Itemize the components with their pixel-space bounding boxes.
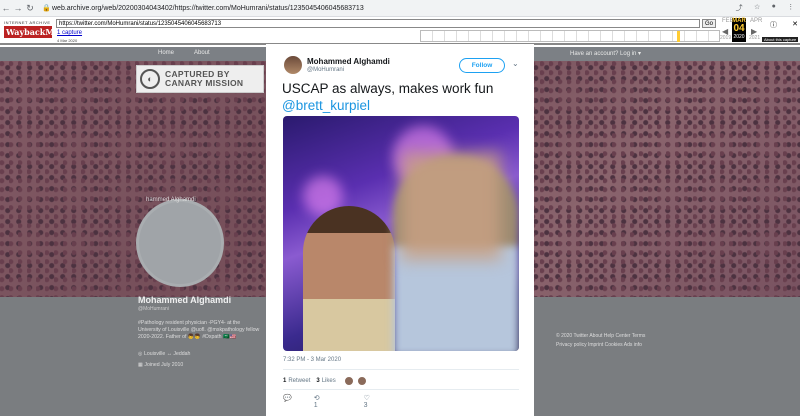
- profile-card: Mohammed Alghamdi @MoHumrani #Pathology …: [138, 295, 264, 371]
- capture-sparkline[interactable]: [420, 30, 720, 42]
- footer-line-1[interactable]: © 2020 Twitter About Help Center Terms: [556, 332, 676, 341]
- reload-icon[interactable]: ↻: [24, 3, 36, 14]
- like-action[interactable]: ♡ 3: [364, 394, 392, 409]
- close-icon[interactable]: ✕: [792, 20, 798, 30]
- retweet-label[interactable]: Retweet: [288, 378, 310, 384]
- tweet-actions: 💬 ⟲ 1 ♡ 3: [283, 394, 403, 409]
- nav-about[interactable]: About: [194, 50, 210, 56]
- author-avatar[interactable]: [284, 56, 302, 74]
- cur-day: 04: [733, 23, 745, 34]
- wayback-logo[interactable]: INTERNET ARCHIVE WaybackMachine: [4, 20, 84, 42]
- next-month[interactable]: APR: [750, 18, 762, 24]
- canary-watermark: ◐ CAPTURED BY CANARY MISSION: [136, 65, 264, 93]
- next-year[interactable]: 2021: [749, 35, 760, 41]
- chevron-down-icon[interactable]: ⌄: [512, 59, 519, 68]
- reply-icon[interactable]: 💬: [283, 394, 292, 409]
- divider: [283, 389, 519, 390]
- follow-button[interactable]: Follow: [459, 58, 505, 73]
- footer-line-2[interactable]: Privacy policy Imprint Cookies Ads info: [556, 341, 676, 350]
- twitter-footer: © 2020 Twitter About Help Center Terms P…: [556, 332, 676, 350]
- current-date-calendar: MAR 04 2020: [732, 18, 746, 42]
- retweet-action[interactable]: ⟲ 1: [314, 394, 342, 409]
- browser-toolbar: ← → ↻ 🔒 web.archive.org/web/202003040434…: [0, 0, 800, 17]
- address-bar[interactable]: 🔒 web.archive.org/web/20200304043402/htt…: [42, 2, 730, 15]
- profile-location: ◎ Louisville ↔ Jeddah: [138, 351, 191, 357]
- captures-link[interactable]: 1 capture: [57, 30, 82, 36]
- forward-icon[interactable]: →: [12, 3, 24, 13]
- nav-home[interactable]: Home: [158, 50, 174, 56]
- canary-logo-icon: ◐: [140, 69, 160, 89]
- back-icon[interactable]: ←: [0, 3, 12, 13]
- tweet-body: USCAP as always, makes work fun: [282, 81, 494, 96]
- watermark-line-2: CANARY MISSION: [165, 78, 244, 88]
- mention-link[interactable]: @brett_kurpiel: [282, 98, 370, 113]
- retweet-icon: ⟲: [313, 395, 320, 402]
- prev-year[interactable]: 2019: [720, 35, 731, 41]
- blurred-face: [401, 152, 501, 260]
- profile-handle[interactable]: @MoHumrani: [138, 306, 264, 312]
- like-count: 3: [316, 378, 320, 384]
- star-icon[interactable]: ☆: [754, 3, 760, 13]
- tweet-photo[interactable]: [283, 116, 519, 351]
- faint-name: hammed Alghamdi: [146, 197, 196, 203]
- author-name[interactable]: Mohammed Alghamdi: [307, 57, 390, 66]
- profile-name[interactable]: Mohammed Alghamdi: [138, 295, 264, 305]
- cur-year: 2020: [733, 34, 745, 40]
- tweet-stats: 1 Retweet 3 Likes: [283, 376, 367, 386]
- wayback-logo-main: WaybackMachine: [4, 26, 84, 38]
- tweet-timestamp[interactable]: 7:32 PM - 3 Mar 2020: [283, 357, 341, 363]
- tweet-modal: Mohammed Alghamdi @MoHumrani Follow ⌄ US…: [266, 44, 534, 416]
- wayback-url-input[interactable]: https://twitter.com/MoHumrani/status/123…: [56, 19, 700, 28]
- wayback-go-button[interactable]: Go: [702, 19, 716, 28]
- profile-bio: #Pathology resident physician -PGY4- at …: [138, 320, 260, 340]
- share-icon[interactable]: ⤴: [736, 3, 743, 13]
- divider: [283, 369, 519, 370]
- profile-avatar[interactable]: [136, 199, 224, 287]
- info-icon[interactable]: ⓘ: [770, 20, 777, 30]
- heart-icon: ♡: [363, 395, 370, 402]
- tweet-text: USCAP as always, makes work fun @brett_k…: [282, 80, 522, 114]
- lock-icon: 🔒: [42, 5, 51, 12]
- liker-avatar[interactable]: [356, 376, 367, 386]
- wayback-toolbar: INTERNET ARCHIVE WaybackMachine https://…: [0, 17, 800, 45]
- like-label[interactable]: Likes: [322, 378, 336, 384]
- captures-date: 4 Mar 2020: [57, 38, 78, 43]
- login-link[interactable]: Have an account? Log in ▾: [570, 50, 641, 57]
- liker-avatar[interactable]: [343, 376, 354, 386]
- capture-marker: [677, 31, 680, 42]
- author-handle[interactable]: @MoHumrani: [307, 67, 344, 73]
- about-capture-link[interactable]: About this capture: [762, 37, 799, 42]
- account-icon[interactable]: ●: [772, 3, 776, 13]
- profile-joined: ▦ Joined July 2010: [138, 362, 184, 368]
- address-url: web.archive.org/web/20200304043402/https…: [52, 4, 364, 12]
- person-left: [303, 206, 395, 351]
- wayback-logo-top: INTERNET ARCHIVE: [4, 20, 51, 25]
- retweet-count: 1: [283, 378, 287, 384]
- menu-icon[interactable]: ⋮: [787, 3, 794, 13]
